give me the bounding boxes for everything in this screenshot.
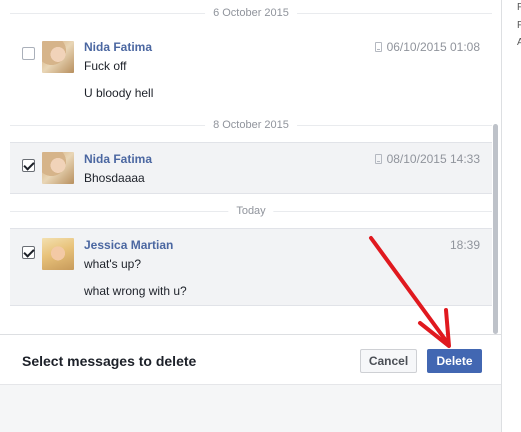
edge-letter: F xyxy=(517,2,521,13)
date-separator: Today xyxy=(10,205,492,217)
timestamp-text: 06/10/2015 01:08 xyxy=(386,40,480,54)
message-text: what's up? xyxy=(84,257,141,271)
avatar xyxy=(42,41,74,73)
delete-prompt: Select messages to delete xyxy=(22,353,197,369)
date-separator-label: 8 October 2015 xyxy=(205,119,297,131)
composer-area xyxy=(0,384,501,432)
message-select-checkbox[interactable] xyxy=(22,246,35,259)
phone-icon xyxy=(374,42,382,52)
message-timestamp: 08/10/2015 14:33 xyxy=(374,152,480,166)
date-separator-label: Today xyxy=(228,205,274,217)
message-text: Fuck off xyxy=(84,59,127,73)
message-select-checkbox[interactable] xyxy=(22,47,35,60)
date-separator: 6 October 2015 xyxy=(10,7,492,19)
date-separator: 8 October 2015 xyxy=(10,119,492,131)
message-timestamp: 06/10/2015 01:08 xyxy=(374,40,480,54)
message-item[interactable]: Nida Fatima 08/10/2015 14:33 Bhosdaaaa xyxy=(10,142,492,194)
scrollbar-thumb[interactable] xyxy=(493,124,498,334)
avatar xyxy=(42,152,74,184)
timestamp-text: 08/10/2015 14:33 xyxy=(386,152,480,166)
adjacent-panel-edge: F F A xyxy=(503,0,521,432)
cancel-button[interactable]: Cancel xyxy=(360,349,417,373)
message-text: Bhosdaaaa xyxy=(84,171,145,185)
sender-name[interactable]: Nida Fatima xyxy=(84,40,152,54)
delete-button[interactable]: Delete xyxy=(427,349,482,373)
delete-footer-bar: Select messages to delete Cancel Delete xyxy=(0,334,501,384)
date-separator-label: 6 October 2015 xyxy=(205,7,297,19)
avatar xyxy=(42,238,74,270)
message-text: what wrong with u? xyxy=(84,284,187,298)
edge-letter: A xyxy=(517,37,521,48)
message-select-checkbox[interactable] xyxy=(22,159,35,172)
delete-messages-panel: 6 October 2015 Nida Fatima 06/10/2015 01… xyxy=(0,0,502,432)
sender-name[interactable]: Nida Fatima xyxy=(84,152,152,166)
message-timestamp: 18:39 xyxy=(450,238,480,252)
message-text: U bloody hell xyxy=(84,86,154,100)
sender-name[interactable]: Jessica Martian xyxy=(84,238,173,252)
edge-letter: F xyxy=(517,20,521,31)
message-item[interactable]: Nida Fatima 06/10/2015 01:08 Fuck off U … xyxy=(10,33,492,113)
message-item[interactable]: Jessica Martian 18:39 what's up? what wr… xyxy=(10,228,492,306)
timestamp-text: 18:39 xyxy=(449,238,480,252)
phone-icon xyxy=(374,154,382,164)
